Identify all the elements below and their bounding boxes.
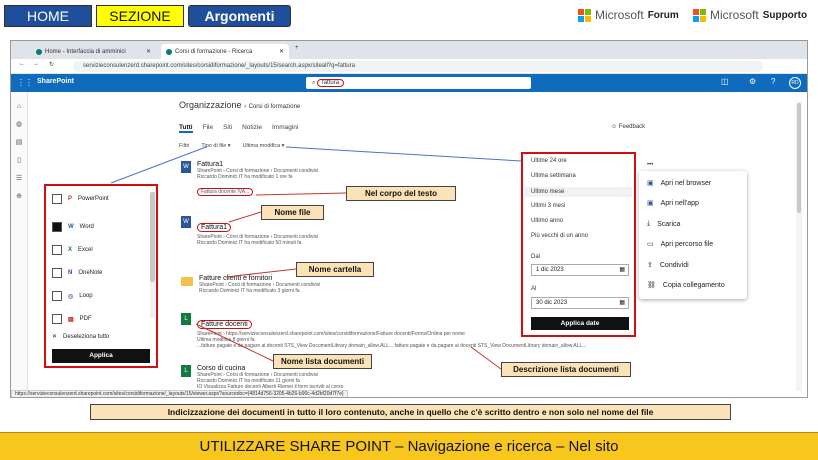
home-button[interactable]: HOME	[4, 5, 92, 27]
note-banner: Indicizzazione dei documenti in tutto il…	[90, 404, 731, 420]
footer-banner: UTILIZZARE SHARE POINT – Navigazione e r…	[0, 432, 818, 460]
microsoft-supporto-link[interactable]: Microsoft Supporto	[693, 8, 807, 22]
microsoft-logo-icon	[693, 8, 706, 22]
microsoft-label: Microsoft	[595, 8, 644, 22]
microsoft-logo-icon	[578, 8, 591, 22]
microsoft-label: Microsoft	[710, 8, 759, 22]
connector-lines	[110, 146, 522, 370]
forum-label: Forum	[647, 9, 679, 21]
supporto-label: Supporto	[762, 9, 808, 21]
sezione-button[interactable]: SEZIONE	[96, 5, 184, 27]
argomenti-button[interactable]: Argomenti	[188, 5, 291, 27]
microsoft-forum-link[interactable]: Microsoft Forum	[578, 8, 679, 22]
browser-window: Home - Interfaccia di amminici ✕ Corsi d…	[10, 40, 808, 398]
